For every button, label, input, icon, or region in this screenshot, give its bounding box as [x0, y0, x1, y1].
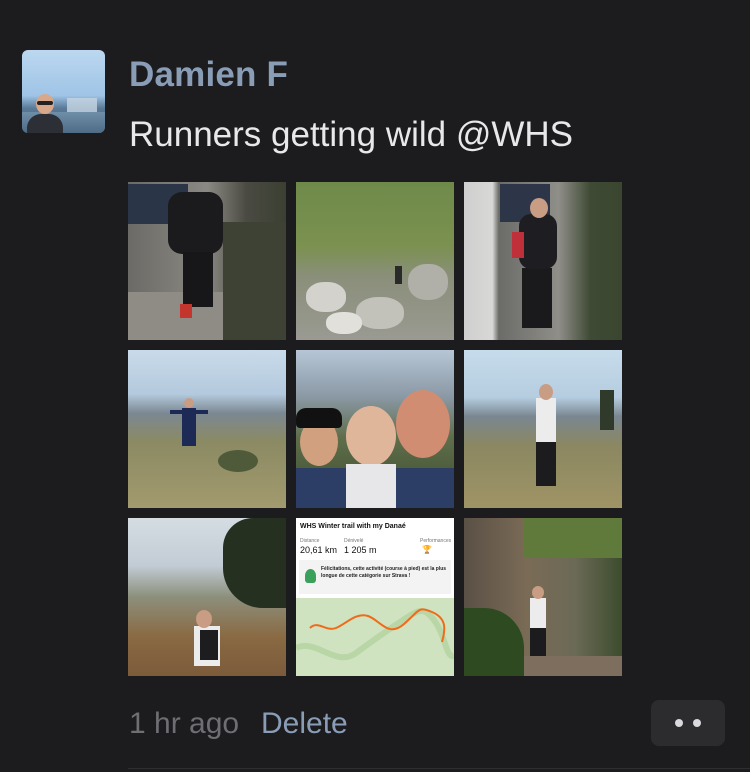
photo-runner-arm	[512, 232, 524, 258]
photo-tile[interactable]	[296, 182, 454, 340]
photo-grid: WHS Winter trail with my Danaé Distance …	[128, 182, 622, 676]
photo-face	[346, 406, 396, 466]
photo-runner-jacket	[519, 214, 557, 269]
photo-face	[396, 390, 450, 458]
photo-backpack	[200, 630, 218, 660]
photo-runner-body	[536, 398, 556, 442]
photo-tile[interactable]	[296, 350, 454, 508]
strava-performance-label: Performances	[420, 538, 452, 544]
photo-runner-body	[530, 598, 546, 628]
photo-rock	[408, 264, 448, 300]
trophy-icon: 🏆	[422, 545, 432, 554]
photo-tile[interactable]	[464, 518, 622, 676]
photo-tile[interactable]	[464, 350, 622, 508]
photo-runner-head	[196, 610, 212, 628]
photo-runner-legs	[536, 440, 556, 486]
strava-achievement: Félicitations, cette activité (course à …	[299, 560, 451, 594]
photo-hiker-head	[184, 398, 194, 408]
photo-runner-head	[530, 198, 548, 218]
photo-shrub	[218, 450, 258, 472]
medal-icon	[305, 569, 316, 583]
photo-rock	[326, 312, 362, 334]
photo-runner-legs	[183, 252, 213, 307]
photo-tile[interactable]	[128, 182, 286, 340]
photo-foliage	[524, 518, 622, 558]
delete-link[interactable]: Delete	[261, 707, 348, 741]
photo-rock	[306, 282, 346, 312]
photo-rock	[356, 297, 404, 329]
photo-runner-legs	[530, 626, 546, 656]
message-text: Runners getting wild @WHS	[129, 115, 574, 154]
strava-route-map	[296, 598, 454, 676]
more-options-button[interactable]	[651, 700, 725, 746]
photo-tile[interactable]	[128, 350, 286, 508]
photo-leaves	[464, 608, 524, 676]
route-line	[296, 608, 454, 661]
avatar-sunglasses	[37, 101, 53, 105]
strava-title: WHS Winter trail with my Danaé	[300, 523, 406, 530]
photo-tree	[600, 390, 614, 430]
photo-rock	[223, 222, 286, 340]
photo-runner-head	[532, 586, 544, 599]
photo-runner-shoe	[180, 304, 192, 318]
author-name[interactable]: Damien F	[129, 55, 288, 95]
photo-hat	[296, 408, 342, 428]
strava-screenshot-tile[interactable]: WHS Winter trail with my Danaé Distance …	[296, 518, 454, 676]
strava-distance-label: Distance	[300, 538, 320, 544]
avatar-body	[27, 114, 63, 133]
strava-elevation-label: Dénivelé	[344, 538, 364, 544]
chat-post: Damien F Runners getting wild @WHS WHS W…	[0, 0, 750, 772]
photo-runner-torso	[168, 192, 223, 254]
strava-badge-text: Félicitations, cette activité (course à …	[321, 566, 447, 579]
more-dots-icon	[675, 719, 683, 727]
strava-elevation-value: 1 205 m	[344, 545, 377, 555]
photo-tree	[223, 518, 286, 608]
photo-tile[interactable]	[464, 182, 622, 340]
photo-hiker	[182, 408, 196, 446]
post-timestamp: 1 hr ago	[129, 707, 240, 740]
avatar[interactable]	[22, 50, 105, 133]
photo-runner-legs	[522, 268, 552, 328]
strava-distance-value: 20,61 km	[300, 545, 338, 555]
photo-tile[interactable]	[128, 518, 286, 676]
divider	[128, 768, 750, 769]
more-dots-icon	[693, 719, 701, 727]
photo-runner	[395, 266, 402, 284]
photo-shirt	[346, 464, 396, 508]
photo-runner-head	[539, 384, 553, 400]
